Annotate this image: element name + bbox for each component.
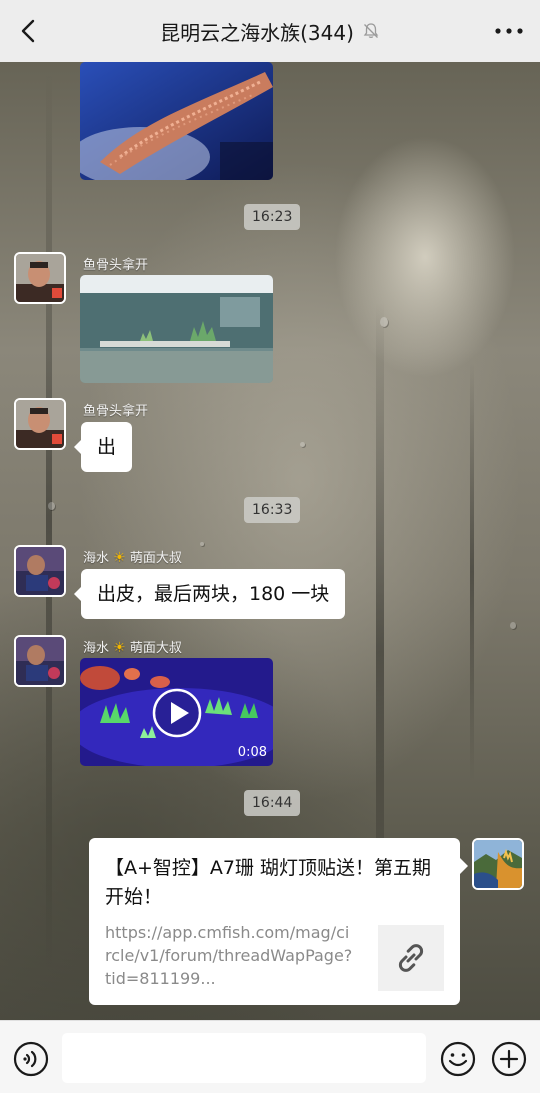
user-avatar-image [16,547,64,595]
input-bar [0,1020,540,1093]
voice-input-icon[interactable] [13,1041,49,1077]
chat-title: 昆明云之海水族(344) [160,20,354,45]
sender-name-prefix: 海水 [83,641,110,656]
user-avatar-image [16,400,64,448]
sender-name-suffix: 萌面大叔 [129,551,182,566]
timestamp: 16:44 [244,790,301,816]
link-card-message[interactable]: 【A+智控】A7珊 瑚灯顶贴送！第五期开始！ https://app.cmfis… [89,838,468,1005]
avatar[interactable] [14,252,66,304]
message-input[interactable] [62,1033,426,1083]
play-icon[interactable] [151,687,203,739]
sun-emoji-icon: ☀ [113,550,126,566]
link-card-title: 【A+智控】A7珊 瑚灯顶贴送！第五期开始！ [105,857,432,908]
link-card-url: https://app.cmfish.com/mag/circle/v1/for… [105,923,353,988]
aquarium-photo [80,275,273,383]
user-avatar-image [16,637,64,685]
mute-bell-icon [363,23,379,38]
timestamp: 16:23 [244,204,301,230]
my-avatar-image [474,840,522,888]
sun-emoji-icon: ☀ [113,640,126,656]
sender-name: 鱼骨头拿开 [83,404,149,419]
sender-name-prefix: 海水 [83,551,110,566]
user-avatar-image [16,254,64,302]
avatar[interactable] [14,545,66,597]
message-list[interactable]: 16:23 鱼骨头拿开 鱼骨头拿开 出 16:33 海水 ☀ 萌面大叔 出皮，最… [0,62,540,1020]
aquarium-photo-message[interactable] [80,275,273,383]
avatar[interactable] [14,398,66,450]
link-thumbnail [378,925,444,991]
avatar[interactable] [14,635,66,687]
text-message[interactable]: 出皮，最后两块，180 一块 [73,569,346,619]
plus-icon[interactable] [491,1041,527,1077]
video-message[interactable]: 0:08 [80,658,273,766]
my-avatar[interactable] [472,838,524,890]
link-icon [398,944,424,972]
sender-name-suffix: 萌面大叔 [129,641,182,656]
emoji-icon[interactable] [440,1041,476,1077]
coral-photo [80,62,273,180]
chat-header: 昆明云之海水族(344) [0,0,540,62]
back-arrow-icon[interactable] [14,16,44,46]
sender-name: 海水 ☀ 萌面大叔 [83,637,182,656]
timestamp: 16:33 [244,497,301,523]
video-duration: 0:08 [237,745,267,760]
coral-photo-message[interactable] [80,62,273,180]
more-options-icon[interactable] [492,22,526,40]
sender-name: 鱼骨头拿开 [83,258,149,273]
text-message[interactable]: 出 [73,422,133,472]
sender-name: 海水 ☀ 萌面大叔 [83,547,182,566]
